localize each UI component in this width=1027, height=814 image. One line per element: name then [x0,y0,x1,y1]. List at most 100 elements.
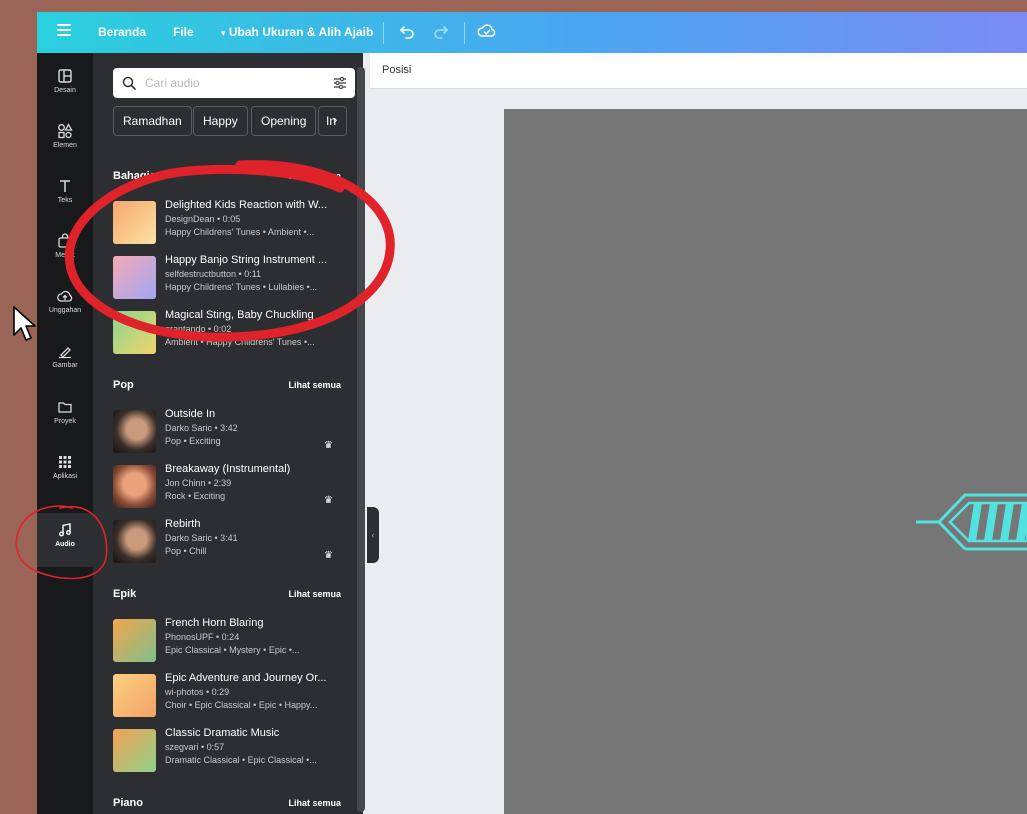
cloud-saved-icon[interactable] [477,22,497,40]
filter-sliders-icon[interactable] [333,76,347,90]
hamburger-menu-icon[interactable] [57,24,71,39]
rail-item-uploads[interactable]: Unggahan [37,288,93,314]
see-all-link[interactable]: Lihat semua [288,171,341,181]
text-icon [60,180,70,192]
track-tags: Rock • Exciting [165,491,226,501]
section-header-pop: Pop Lihat semua [113,379,341,391]
rail-label: Aplikasi [52,473,78,480]
rail-label: Teks [57,197,73,204]
rail-item-text[interactable]: Teks [37,178,93,204]
track-meta: Darko Saric • 3:42 [165,423,238,433]
layout-icon [58,69,72,83]
track-thumbnail [113,619,156,662]
track-tags: Dramatic Classical • Epic Classical •... [165,755,317,765]
track-thumbnail [113,201,156,244]
see-all-link[interactable]: Lihat semua [288,589,341,599]
apps-grid-icon [59,456,71,468]
see-all-link[interactable]: Lihat semua [288,380,341,390]
side-navigation: Desain Elemen Teks Merek Unggahan Gambar… [37,53,93,814]
home-button[interactable]: Beranda [98,25,146,39]
divider [383,22,384,44]
audio-track[interactable]: Rebirth Darko Saric • 3:41 Pop • Chill ♛ [113,518,343,566]
audio-search[interactable] [113,68,355,98]
track-title: Classic Dramatic Music [165,727,280,739]
track-title: French Horn Blaring [165,617,264,629]
track-meta: Jon Chinn • 2:39 [165,478,232,488]
section-header-epik: Epik Lihat semua [113,588,341,600]
section-title: Piano [113,797,143,809]
track-tags: Pop • Exciting [165,436,221,446]
top-bar: Beranda File ▾ Ubah Ukuran & Alih Ajaib [37,12,1027,53]
track-title: Magical Sting, Baby Chuckling [165,309,314,321]
rail-item-apps[interactable]: Aplikasi [37,454,93,480]
track-meta: wi-photos • 0:29 [165,687,230,697]
collapse-panel-handle[interactable]: ‹ [367,507,379,563]
track-tags: Happy Childrens' Tunes • Lullabies •... [165,282,318,292]
premium-crown-icon: ♛ [324,550,333,561]
section-title: Bahagia [113,170,156,182]
context-toolbar: Posisi [370,53,1027,89]
track-title: Happy Banjo String Instrument ... [165,254,328,266]
premium-crown-icon: ♛ [324,440,333,451]
track-meta: grantando • 0:02 [165,324,232,334]
track-title: Delighted Kids Reaction with W... [165,199,328,211]
audio-track[interactable]: Happy Banjo String Instrument ... selfde… [113,254,343,302]
shapes-icon [58,123,73,139]
rail-item-elements[interactable]: Elemen [37,123,93,149]
chip-ramadhan[interactable]: Ramadhan [113,106,192,136]
search-input[interactable] [143,75,327,91]
audio-track[interactable]: Classic Dramatic Music szegvari • 0:57 D… [113,727,343,775]
audio-track[interactable]: French Horn Blaring PhonosUPF • 0:24 Epi… [113,617,343,665]
audio-track[interactable]: Epic Adventure and Journey Or... wi-phot… [113,672,343,720]
chip-opening[interactable]: Opening [251,106,317,136]
audio-track[interactable]: Breakaway (Instrumental) Jon Chinn • 2:3… [113,463,343,511]
rail-label: Audio [55,541,75,548]
cloud-upload-icon [57,290,73,302]
arrow-graphic[interactable] [914,489,1027,559]
track-thumbnail [113,410,156,453]
track-title: Outside In [165,408,216,420]
audio-panel: Ramadhan Happy Opening In › Bahagia Liha… [93,53,363,814]
rail-label: Gambar [52,362,78,369]
track-meta: DesignDean • 0:05 [165,214,241,224]
editor-window: Beranda File ▾ Ubah Ukuran & Alih Ajaib … [37,12,1027,814]
search-icon [122,76,136,90]
track-tags: Epic Classical • Mystery • Epic •... [165,645,300,655]
premium-crown-icon: ♛ [324,495,333,506]
rail-label: Elemen [53,142,77,149]
track-thumbnail [113,311,156,354]
rail-item-projects[interactable]: Proyek [37,399,93,425]
resize-button[interactable]: ▾ Ubah Ukuran & Alih Ajaib [221,25,373,39]
audio-track[interactable]: Delighted Kids Reaction with W... Design… [113,199,343,247]
track-meta: Darko Saric • 3:41 [165,533,238,543]
track-tags: Choir • Epic Classical • Epic • Happy... [165,700,318,710]
see-all-link[interactable]: Lihat semua [288,798,341,808]
rail-label: Merek [55,252,75,259]
section-header-piano: Piano Lihat semua [113,797,341,809]
chevron-down-icon: ▾ [221,28,226,38]
rail-item-brand[interactable]: Merek [37,233,93,259]
rail-item-draw[interactable]: Gambar [37,343,93,369]
track-title: Epic Adventure and Journey Or... [165,672,327,684]
panel-scrollbar[interactable] [357,67,365,812]
track-tags: Pop • Chill [165,546,207,556]
rail-label: Desain [54,87,76,94]
redo-icon[interactable] [432,22,450,40]
audio-track[interactable]: Outside In Darko Saric • 3:42 Pop • Exci… [113,408,343,456]
design-page[interactable] [504,109,1027,814]
position-button[interactable]: Posisi [382,64,411,76]
track-meta: selfdestructbutton • 0:11 [165,269,262,279]
file-menu-button[interactable]: File [173,25,194,39]
track-meta: PhonosUPF • 0:24 [165,632,240,642]
chip-happy[interactable]: Happy [193,106,248,136]
section-header-bahagia: Bahagia Lihat semua [113,170,341,182]
rail-item-audio[interactable]: Audio [37,513,93,567]
chevron-right-icon[interactable]: › [333,112,337,127]
track-thumbnail [113,520,156,563]
rail-item-design[interactable]: Desain [37,68,93,94]
undo-icon[interactable] [398,22,416,40]
track-thumbnail [113,729,156,772]
brand-icon [58,233,72,248]
track-title: Rebirth [165,518,201,530]
audio-track[interactable]: Magical Sting, Baby Chuckling grantando … [113,309,343,357]
